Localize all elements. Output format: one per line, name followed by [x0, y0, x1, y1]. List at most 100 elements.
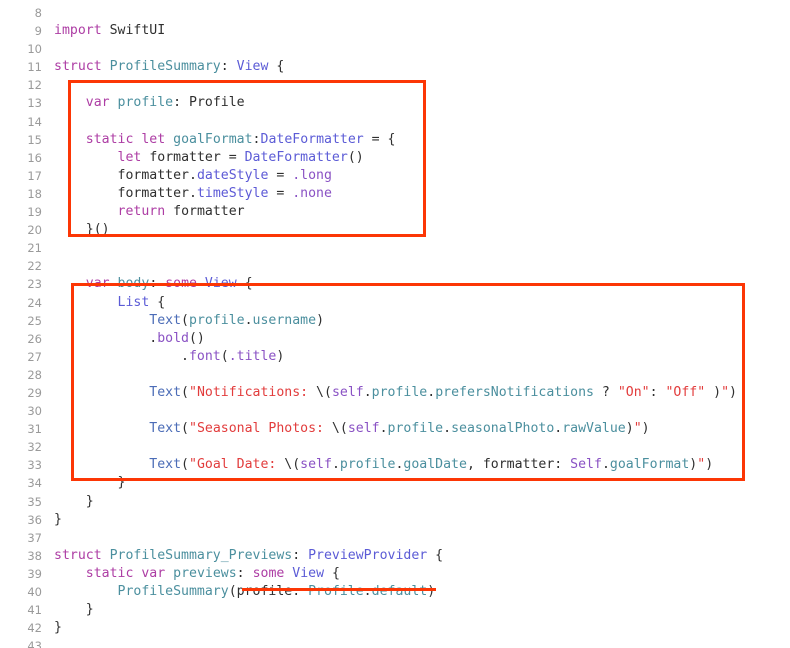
code-line[interactable]: 32 [0, 438, 790, 456]
token-type: seasonalPhoto [451, 421, 555, 437]
token-plain: { [149, 294, 166, 310]
token-plain: \( [316, 384, 332, 400]
token-type: profile [371, 384, 428, 400]
code-line[interactable]: 28 [0, 366, 790, 384]
token-plain: : [220, 59, 237, 75]
code-line[interactable]: 16 let formatter = DateFormatter() [0, 149, 790, 167]
code-editor[interactable]: 8 9 import SwiftUI 10 11 struct ProfileSummar… [0, 0, 790, 648]
code-line[interactable]: 9 import SwiftUI [0, 22, 790, 40]
code-line[interactable]: 12 [0, 76, 790, 94]
code-line[interactable]: 18 formatter.timeStyle = .none [0, 185, 790, 203]
token-plain: ( [181, 457, 189, 473]
token-plain: { [268, 59, 285, 75]
token-plain: . [331, 457, 340, 473]
code-line[interactable]: 13 var profile: Profile [0, 94, 790, 112]
code-line[interactable]: 27 .font(.title) [0, 348, 790, 366]
code-line[interactable]: 11 struct ProfileSummary: View { [0, 58, 790, 76]
token-kw: struct [54, 59, 102, 75]
line-number: 21 [27, 241, 42, 256]
line-content: static var previews: some View { [42, 565, 340, 583]
token-plain: ) [276, 348, 285, 364]
token-typ2: View [292, 565, 325, 581]
token-type: rawValue [562, 421, 626, 437]
code-line[interactable]: 34 } [0, 474, 790, 492]
token-plain: ) [427, 584, 436, 599]
code-line[interactable]: 33 Text("Goal Date: \(self.profile.goalD… [0, 456, 790, 474]
code-line[interactable]: 19 return formatter [0, 203, 790, 221]
code-line[interactable]: 25 Text(profile.username) [0, 312, 790, 330]
code-line[interactable]: 37 [0, 529, 790, 547]
code-line[interactable]: 29 Text("Notifications: \(self.profile.p… [0, 384, 790, 402]
code-line[interactable]: 41 } [0, 601, 790, 619]
code-line[interactable]: 38 struct ProfileSummary_Previews: Previe… [0, 547, 790, 565]
line-number: 37 [27, 530, 42, 545]
token-plain: \( [331, 421, 348, 437]
token-typ2: View [204, 276, 237, 292]
code-line[interactable]: 17 formatter.dateStyle = .long [0, 167, 790, 185]
token-plain: ( [181, 312, 189, 328]
token-type: profile [339, 457, 396, 473]
code-line[interactable]: 10 [0, 40, 790, 58]
code-line[interactable]: 24 List { [0, 294, 790, 312]
token-kw: return [117, 204, 166, 220]
token-plain: ( [181, 384, 189, 400]
token-plain: () [347, 149, 364, 165]
code-line[interactable]: 23 var body: some View { [0, 275, 790, 293]
token-kw: var [141, 565, 166, 581]
code-line[interactable]: 42} [0, 619, 790, 637]
code-line[interactable]: 31 Text("Seasonal Photos: \(self.profile… [0, 420, 790, 438]
token-plain: : [649, 384, 666, 400]
code-line[interactable]: 8 [0, 4, 790, 22]
line-number: 22 [27, 259, 42, 274]
line-content: } [42, 601, 94, 619]
line-number: 42 [27, 621, 42, 636]
code-line[interactable]: 21 [0, 239, 790, 257]
code-line[interactable]: 30 [0, 402, 790, 420]
code-line[interactable]: 36} [0, 511, 790, 529]
line-content: } [42, 511, 62, 529]
token-plain: , formatter: [466, 457, 571, 473]
token-type: ProfileSummary_Previews [109, 547, 293, 563]
code-line[interactable]: 15 static let goalFormat:DateFormatter =… [0, 131, 790, 149]
line-content: return formatter [42, 203, 245, 221]
token-str: " [633, 421, 642, 437]
code-line[interactable]: 22 [0, 257, 790, 275]
code-line[interactable]: 40 ProfileSummary(profile: Profile.defau… [0, 583, 790, 601]
token-type: goalDate [403, 457, 467, 473]
code-line[interactable]: 39 static var previews: some View { [0, 565, 790, 583]
line-number: 13 [27, 96, 42, 111]
token-type: profile [117, 95, 174, 111]
line-number: 27 [27, 349, 42, 364]
line-number: 28 [27, 367, 42, 382]
token-plain: ) [641, 421, 650, 437]
token-type: goalFormat [173, 131, 253, 147]
line-content: Text("Notifications: \(self.profile.pref… [42, 384, 737, 402]
token-kw: let [141, 131, 166, 147]
token-type: profile [387, 421, 444, 437]
line-content: .bold() [42, 330, 205, 348]
token-type: prefersNotifications [435, 384, 594, 400]
token-plain: ) [625, 421, 634, 437]
code-line[interactable]: 35 } [0, 493, 790, 511]
line-number: 19 [27, 205, 42, 220]
code-line[interactable]: 26 .bold() [0, 330, 790, 348]
token-mem: .long [292, 167, 332, 183]
token-mem: bold [157, 330, 189, 346]
token-plain: = { [363, 131, 396, 147]
token-func: Text [149, 384, 182, 400]
line-content: let formatter = DateFormatter() [42, 149, 364, 167]
code-line[interactable]: 14 [0, 113, 790, 131]
token-kw: some [165, 276, 197, 292]
code-line[interactable]: 20 }() [0, 221, 790, 239]
token-func: Text [149, 457, 182, 473]
code-line[interactable]: 43 [0, 637, 790, 648]
line-number: 12 [27, 78, 42, 93]
